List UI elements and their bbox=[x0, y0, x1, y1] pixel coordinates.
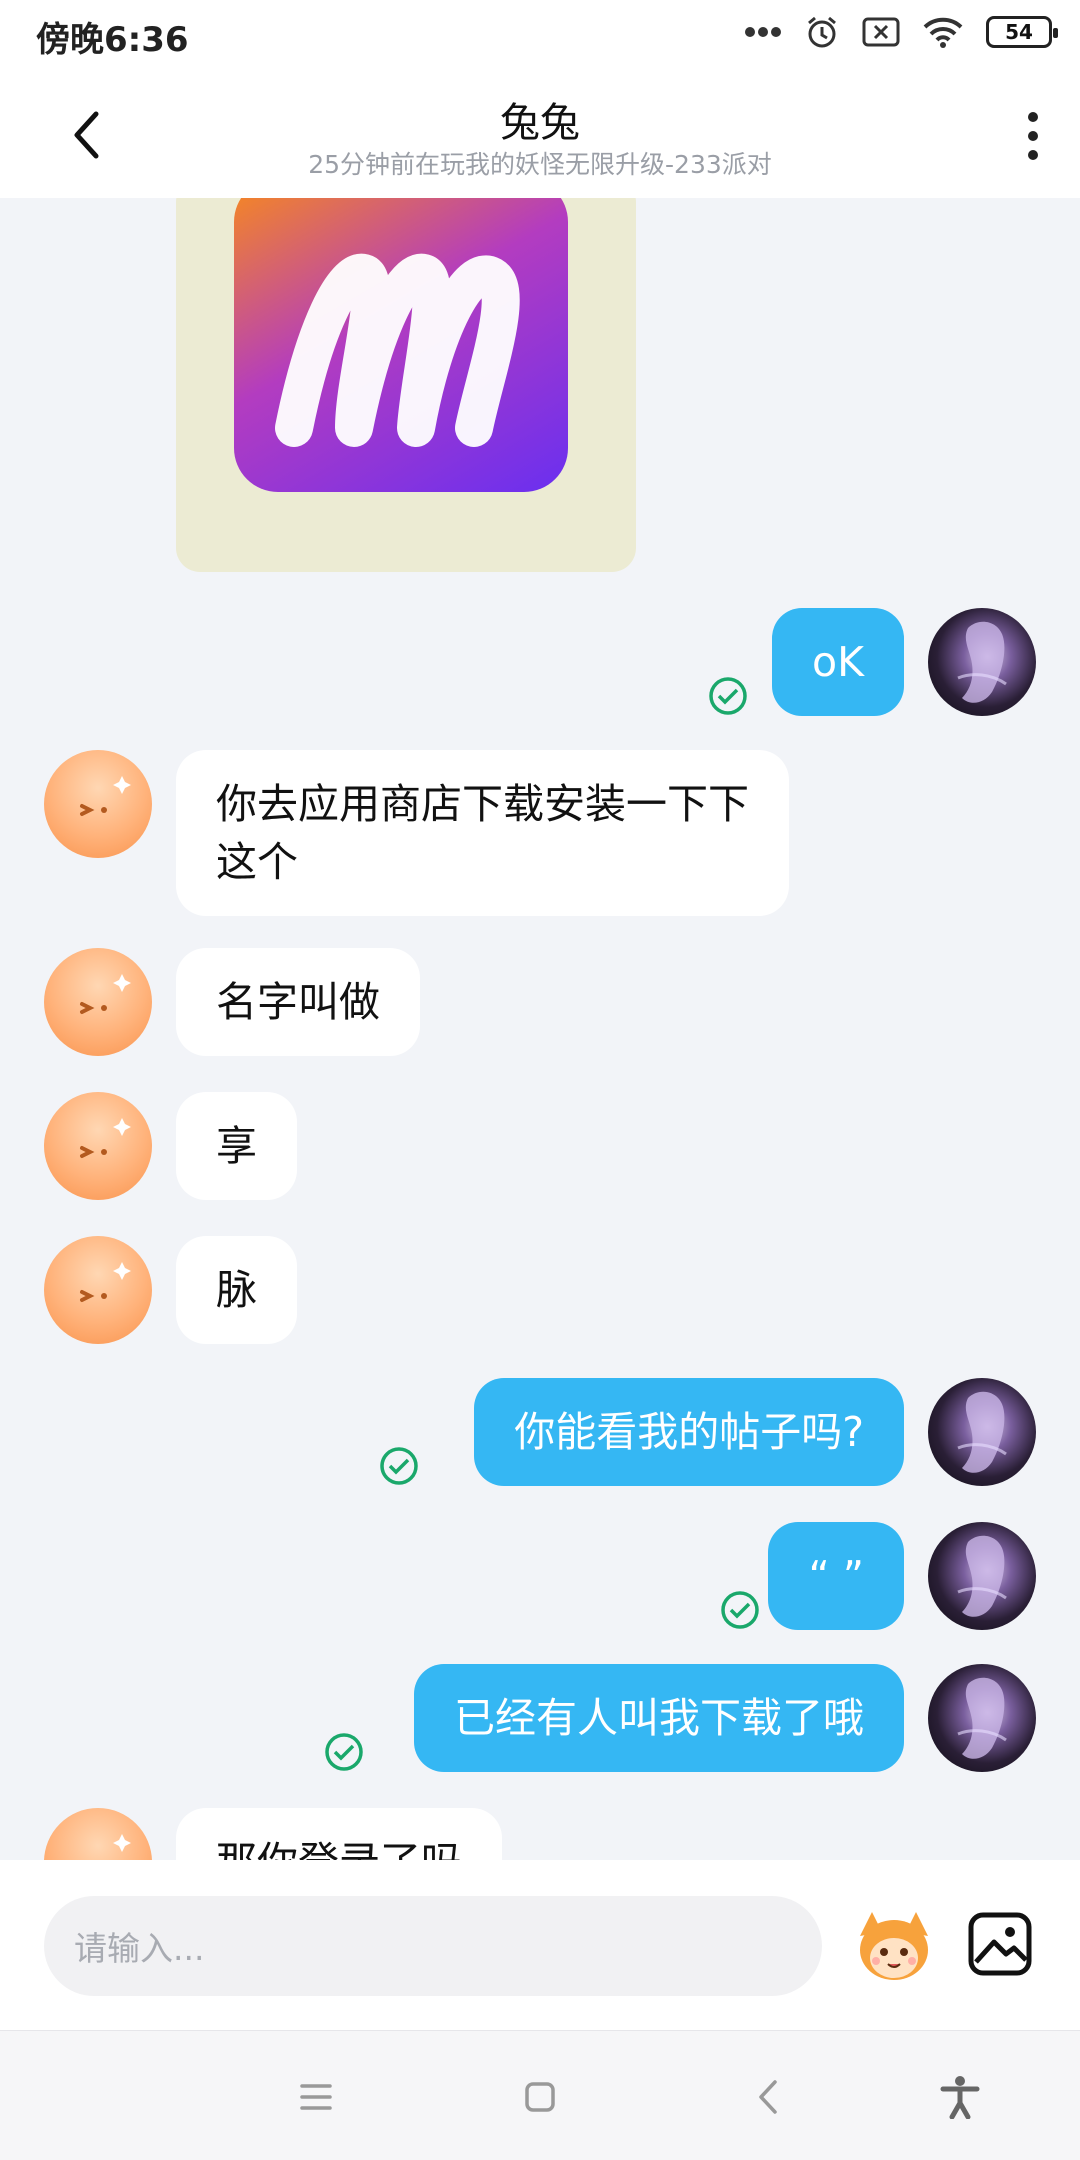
message-row: “ ” bbox=[0, 1522, 1080, 1632]
message-input[interactable]: 请输入... bbox=[44, 1896, 822, 1996]
read-check-icon bbox=[721, 1591, 759, 1629]
contact-name: 兔兔 bbox=[500, 100, 580, 146]
more-options-button[interactable] bbox=[1008, 104, 1058, 168]
contact-status: 25分钟前在玩我的妖怪无限升级-233派对 bbox=[308, 150, 772, 179]
image-message[interactable] bbox=[176, 198, 636, 572]
message-row: 你能看我的帖子吗? bbox=[0, 1378, 1080, 1488]
contact-avatar[interactable] bbox=[44, 750, 152, 858]
message-bubble-incoming[interactable]: 脉 bbox=[176, 1236, 297, 1344]
nav-accessibility-button[interactable] bbox=[932, 2069, 988, 2125]
accessibility-icon bbox=[940, 2076, 980, 2119]
contact-avatar[interactable] bbox=[44, 948, 152, 1056]
status-time: 傍晚6:36 bbox=[36, 20, 189, 60]
more-dot bbox=[1028, 112, 1038, 122]
nav-back-button[interactable] bbox=[740, 2069, 796, 2125]
more-dot bbox=[1028, 131, 1038, 141]
home-square-icon bbox=[525, 2082, 555, 2112]
message-bubble-incoming[interactable]: 那你登录了吗 bbox=[176, 1808, 502, 1860]
my-avatar[interactable] bbox=[928, 1378, 1036, 1486]
emoji-mascot-icon bbox=[860, 1912, 928, 1980]
my-avatar[interactable] bbox=[928, 608, 1036, 716]
chat-header: 兔兔 25分钟前在玩我的妖怪无限升级-233派对 bbox=[0, 70, 1080, 198]
message-row: 脉 bbox=[0, 1236, 1080, 1346]
message-bubble-incoming[interactable]: 名字叫做 bbox=[176, 948, 420, 1056]
message-bubble-outgoing[interactable]: 你能看我的帖子吗? bbox=[474, 1378, 904, 1486]
message-bubble-outgoing[interactable]: oK bbox=[772, 608, 904, 716]
dots-icon bbox=[745, 27, 781, 37]
read-check-icon bbox=[380, 1447, 418, 1485]
my-avatar[interactable] bbox=[928, 1664, 1036, 1772]
message-row: 你去应用商店下载安装一下下 这个 bbox=[0, 750, 1080, 916]
image-icon bbox=[968, 1912, 1032, 1976]
message-row: 那你登录了吗 bbox=[0, 1808, 1080, 1860]
message-bubble-incoming[interactable]: 享 bbox=[176, 1092, 297, 1200]
message-row: 已经有人叫我下载了哦 bbox=[0, 1664, 1080, 1774]
message-list[interactable]: oK 你去应用商店下载安装一下下 这个 名字叫做 享 脉 你能看我的帖子吗? “… bbox=[0, 198, 1080, 1860]
message-bubble-incoming[interactable]: 你去应用商店下载安装一下下 这个 bbox=[176, 750, 789, 916]
image-button[interactable] bbox=[966, 1910, 1034, 1978]
message-line: 这个 bbox=[216, 838, 298, 886]
message-bubble-outgoing[interactable]: 已经有人叫我下载了哦 bbox=[414, 1664, 904, 1772]
menu-icon bbox=[300, 2084, 332, 2110]
nav-menu-button[interactable] bbox=[288, 2069, 344, 2125]
sim-off-icon bbox=[862, 17, 900, 47]
alarm-icon bbox=[808, 16, 836, 48]
more-dot bbox=[1028, 150, 1038, 160]
status-bar: 傍晚6:36 54 bbox=[0, 0, 1080, 70]
contact-avatar[interactable] bbox=[44, 1808, 152, 1860]
input-bar: 请输入... bbox=[0, 1860, 1080, 2030]
contact-avatar[interactable] bbox=[44, 1236, 152, 1344]
system-nav-bar bbox=[0, 2030, 1080, 2160]
nav-home-button[interactable] bbox=[512, 2069, 568, 2125]
emoji-button[interactable] bbox=[852, 1906, 936, 1986]
read-check-icon bbox=[709, 677, 747, 715]
back-chevron-icon bbox=[759, 2080, 777, 2114]
battery-icon: 54 bbox=[986, 16, 1058, 48]
message-row: 名字叫做 bbox=[0, 948, 1080, 1058]
contact-avatar[interactable] bbox=[44, 1092, 152, 1200]
wifi-icon bbox=[923, 17, 963, 48]
message-line: 你去应用商店下载安装一下下 bbox=[216, 780, 749, 828]
status-icons: 54 bbox=[744, 14, 1058, 50]
my-avatar[interactable] bbox=[928, 1522, 1036, 1630]
message-row: oK bbox=[0, 608, 1080, 718]
app-logo-image bbox=[234, 198, 568, 492]
read-check-icon bbox=[325, 1733, 363, 1771]
message-row: 享 bbox=[0, 1092, 1080, 1202]
message-bubble-outgoing[interactable]: “ ” bbox=[768, 1522, 904, 1630]
